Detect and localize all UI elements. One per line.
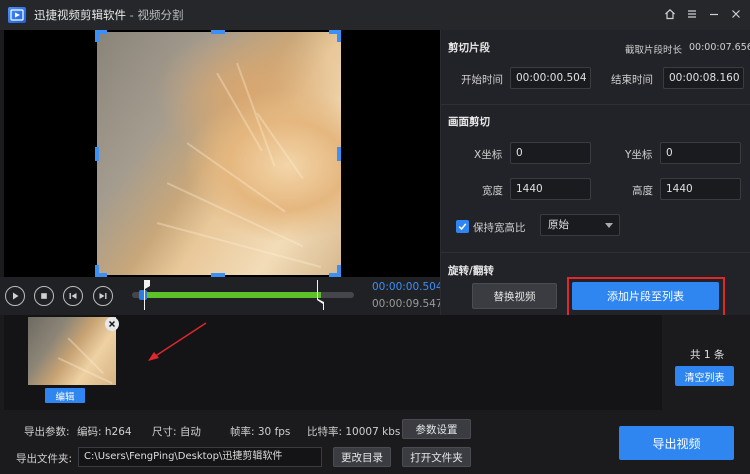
chevron-down-icon bbox=[605, 223, 613, 228]
timeline-selection bbox=[143, 292, 321, 298]
title-separator: - bbox=[126, 8, 138, 22]
window-title: 迅捷视频剪辑软件 - 视频分割 bbox=[34, 7, 183, 23]
y-coord-label: Y坐标 bbox=[625, 149, 653, 161]
start-marker[interactable] bbox=[144, 280, 151, 310]
ratio-select[interactable]: 原始 bbox=[540, 214, 620, 236]
x-coord-input[interactable]: 0 bbox=[510, 142, 591, 164]
export-video-button[interactable]: 导出视频 bbox=[619, 426, 734, 460]
codec-text: 编码: h264 bbox=[77, 426, 132, 438]
rotate-title: 旋转/翻转 bbox=[448, 265, 494, 277]
replace-video-button[interactable]: 替换视频 bbox=[472, 283, 557, 309]
end-marker[interactable] bbox=[316, 280, 324, 310]
start-time-label: 开始时间 bbox=[461, 74, 503, 86]
current-time: 00:00:00.504 bbox=[372, 281, 443, 293]
height-label: 高度 bbox=[632, 185, 653, 197]
keep-ratio-label: 保持宽高比 bbox=[473, 222, 526, 234]
close-icon[interactable] bbox=[728, 6, 744, 22]
bitrate-text: 比特率: 10007 kbs bbox=[307, 426, 401, 438]
clear-list-button[interactable]: 清空列表 bbox=[675, 366, 734, 386]
crop-handle-bottom-left[interactable] bbox=[95, 265, 99, 277]
start-time-input[interactable]: 00:00:00.504 bbox=[510, 67, 591, 89]
crop-handle-top-right[interactable] bbox=[337, 30, 341, 42]
menu-icon[interactable] bbox=[684, 6, 700, 22]
fps-text: 帧率: 30 fps bbox=[230, 426, 291, 438]
video-frame[interactable] bbox=[97, 32, 341, 275]
crop-handle-top[interactable] bbox=[211, 30, 225, 34]
crop-handle-right[interactable] bbox=[337, 147, 341, 161]
open-folder-button[interactable]: 打开文件夹 bbox=[402, 447, 471, 467]
clip-count: 共 1 条 bbox=[690, 349, 725, 361]
edit-clip-button[interactable]: 编辑 bbox=[45, 388, 85, 403]
prev-frame-button[interactable] bbox=[63, 286, 83, 306]
stop-button[interactable] bbox=[34, 286, 54, 306]
window-controls bbox=[662, 6, 744, 22]
next-frame-button[interactable] bbox=[93, 286, 113, 306]
x-coord-label: X坐标 bbox=[474, 149, 503, 161]
video-preview bbox=[4, 30, 440, 277]
minimize-icon[interactable] bbox=[706, 6, 722, 22]
play-button[interactable] bbox=[5, 286, 25, 306]
settings-panel: 剪切片段 截取片段时长 00:00:07.656 开始时间 00:00:00.5… bbox=[440, 30, 750, 315]
cut-segment-title: 剪切片段 bbox=[448, 42, 490, 54]
crop-handle-left[interactable] bbox=[95, 147, 99, 161]
player-controls: 00:00:00.504 00:00:09.547 bbox=[0, 277, 443, 315]
remove-clip-icon[interactable] bbox=[105, 317, 119, 331]
title-bar: 迅捷视频剪辑软件 - 视频分割 bbox=[0, 0, 750, 30]
segment-duration-label: 截取片段时长 bbox=[625, 45, 683, 56]
crop-handle-bottom-right[interactable] bbox=[337, 265, 341, 277]
size-text: 尺寸: 自动 bbox=[152, 426, 201, 438]
param-settings-button[interactable]: 参数设置 bbox=[402, 419, 471, 439]
y-coord-input[interactable]: 0 bbox=[660, 142, 741, 164]
keep-ratio-checkbox[interactable] bbox=[456, 220, 469, 233]
crop-handle-top-left[interactable] bbox=[95, 30, 99, 42]
app-name: 迅捷视频剪辑软件 bbox=[34, 8, 126, 22]
width-input[interactable]: 1440 bbox=[510, 178, 591, 200]
end-time-label: 结束时间 bbox=[611, 74, 653, 86]
export-bar: 导出参数: 编码: h264 尺寸: 自动 帧率: 30 fps 比特率: 10… bbox=[0, 410, 750, 474]
export-params-label: 导出参数: bbox=[24, 426, 70, 438]
crop-title: 画面剪切 bbox=[448, 116, 490, 128]
export-folder-input[interactable]: C:\Users\FengPing\Desktop\迅捷剪辑软件 bbox=[78, 447, 322, 467]
height-input[interactable]: 1440 bbox=[660, 178, 741, 200]
app-logo-icon bbox=[8, 7, 26, 23]
list-side-panel bbox=[662, 315, 750, 410]
change-dir-button[interactable]: 更改目录 bbox=[333, 447, 391, 467]
segment-duration-value: 00:00:07.656 bbox=[689, 42, 750, 53]
home-icon[interactable] bbox=[662, 6, 678, 22]
clip-list: 编辑 bbox=[4, 315, 662, 410]
export-folder-label: 导出文件夹: bbox=[16, 453, 73, 465]
window-subtitle: 视频分割 bbox=[137, 8, 184, 22]
width-label: 宽度 bbox=[482, 185, 503, 197]
total-time: 00:00:09.547 bbox=[372, 298, 443, 310]
end-time-input[interactable]: 00:00:08.160 bbox=[663, 67, 744, 89]
ratio-select-value: 原始 bbox=[548, 219, 569, 231]
clip-thumbnail[interactable] bbox=[28, 317, 116, 385]
annotation-arrow-icon bbox=[148, 322, 207, 361]
timeline-track[interactable] bbox=[132, 280, 354, 310]
